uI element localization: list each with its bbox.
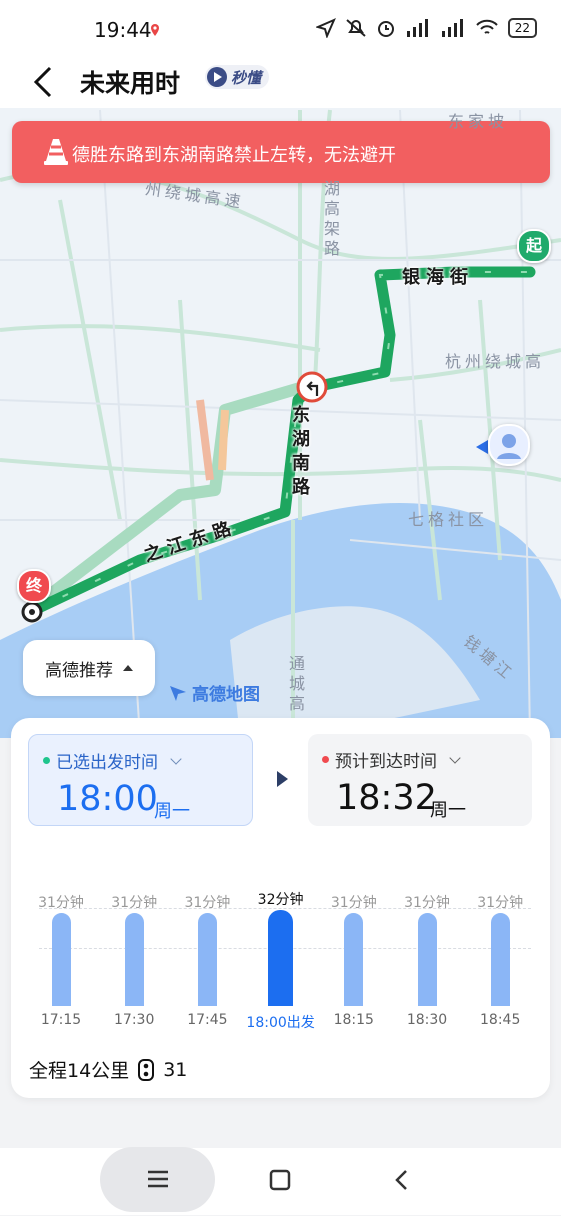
caret-up-icon <box>123 665 133 671</box>
bar-value-label: 31分钟 <box>111 895 158 911</box>
recommend-label: 高德推荐 <box>45 660 113 681</box>
arrive-weekday: 周一 <box>430 800 466 821</box>
bar-value-label: 31分钟 <box>330 895 377 911</box>
arrow-right-icon <box>277 771 288 787</box>
route-recommend-button[interactable]: 高德推荐 <box>23 640 155 696</box>
map-label-top: 东家坡 <box>448 112 509 131</box>
home-icon[interactable] <box>269 1169 291 1191</box>
distance-text: 全程14公里 <box>29 1060 130 1082</box>
bar-value-label: 31分钟 <box>477 895 524 911</box>
heading-arrow-icon <box>476 440 488 454</box>
alarm-icon <box>377 21 394 37</box>
mute-bell-icon <box>346 19 366 37</box>
map-label-tongcheng: 通城高 <box>286 655 305 715</box>
time-panel: 已选出发时间 18:00 周一 预计到达时间 18:32 周一 31分钟 17:1… <box>11 718 550 1098</box>
traffic-light-count: 31 <box>163 1058 188 1081</box>
map-label-yinhai: 银海街 <box>402 267 474 288</box>
map-label-ring: 杭州绕城高 <box>445 352 546 371</box>
depart-time-selector[interactable]: 已选出发时间 18:00 周一 <box>28 734 253 826</box>
chevron-down-icon <box>170 752 182 765</box>
status-bar: 19:44 22 <box>0 0 561 58</box>
route-summary: 全程14公里 31 <box>29 1056 187 1083</box>
navigation-arrow-icon <box>315 18 336 38</box>
location-pin-icon <box>151 24 159 36</box>
arrive-label: 预计到达时间 <box>335 752 437 772</box>
chart-bar[interactable] <box>268 910 294 1006</box>
status-time: 19:44 <box>94 18 152 42</box>
miaodong-label: 秒懂 <box>231 68 262 87</box>
duration-bar-chart[interactable]: 31分钟 17:15 31分钟 17:30 31分钟 17:45 32分钟 18:00出发 31… <box>11 858 550 1038</box>
status-icons: 22 <box>315 18 537 38</box>
map-label-qige: 七格社区 <box>408 510 489 529</box>
gaode-logo-icon <box>170 685 186 701</box>
map-label-elevated: 湖高架路 <box>321 180 340 260</box>
gaode-logo-text: 高德地图 <box>192 685 260 705</box>
arrive-time: 18:32 <box>336 778 437 818</box>
end-marker[interactable]: 终 <box>17 569 51 603</box>
miaodong-badge[interactable]: 秒懂 <box>205 65 270 89</box>
play-icon <box>207 67 227 87</box>
depart-dot <box>43 757 50 764</box>
person-icon <box>497 434 521 459</box>
depart-label-row: 已选出发时间 <box>43 748 182 773</box>
user-location-avatar[interactable] <box>488 424 530 466</box>
chart-bar[interactable] <box>344 913 364 1006</box>
chart-bar[interactable] <box>51 913 71 1006</box>
depart-time: 18:00 <box>57 779 158 819</box>
bar-value-label: 31分钟 <box>38 895 84 911</box>
signal-icon-2 <box>441 19 463 37</box>
bar-value-label: 31分钟 <box>184 895 231 911</box>
menu-icon <box>148 1170 168 1188</box>
depart-weekday: 周一 <box>154 801 190 822</box>
chevron-down-icon <box>449 751 461 764</box>
chart-bar[interactable] <box>417 913 437 1006</box>
traffic-light-icon <box>138 1058 155 1081</box>
menu-button[interactable] <box>100 1147 215 1212</box>
map-label-donghu: 东湖南路 <box>289 405 310 501</box>
arrive-time-selector[interactable]: 预计到达时间 18:32 周一 <box>308 734 532 826</box>
arrive-label-row: 预计到达时间 <box>322 747 461 772</box>
back-nav-icon[interactable] <box>392 1169 412 1191</box>
gaode-logo: 高德地图 <box>168 680 260 705</box>
bar-tick-label: 18:45 <box>480 1012 521 1028</box>
alert-message: 德胜东路到东湖南路禁止左转，无法避开 <box>72 145 396 166</box>
chart-bar[interactable] <box>197 913 217 1006</box>
battery-indicator: 22 <box>507 18 537 38</box>
wifi-icon <box>476 19 498 34</box>
chart-bar[interactable] <box>490 913 510 1006</box>
chart-bar[interactable] <box>124 913 144 1006</box>
depart-label: 已选出发时间 <box>56 753 158 773</box>
bar-value-label: 31分钟 <box>404 895 450 911</box>
traffic-cone-icon <box>44 139 68 165</box>
arrive-dot <box>322 756 329 763</box>
bar-value-label: 32分钟 <box>257 892 304 908</box>
page-title: 未来用时 <box>80 69 181 98</box>
start-marker[interactable]: 起 <box>517 229 551 263</box>
title-bar: 未来用时 秒懂 <box>0 58 561 108</box>
signal-icon <box>406 19 428 37</box>
back-arrow-icon[interactable] <box>28 62 62 102</box>
